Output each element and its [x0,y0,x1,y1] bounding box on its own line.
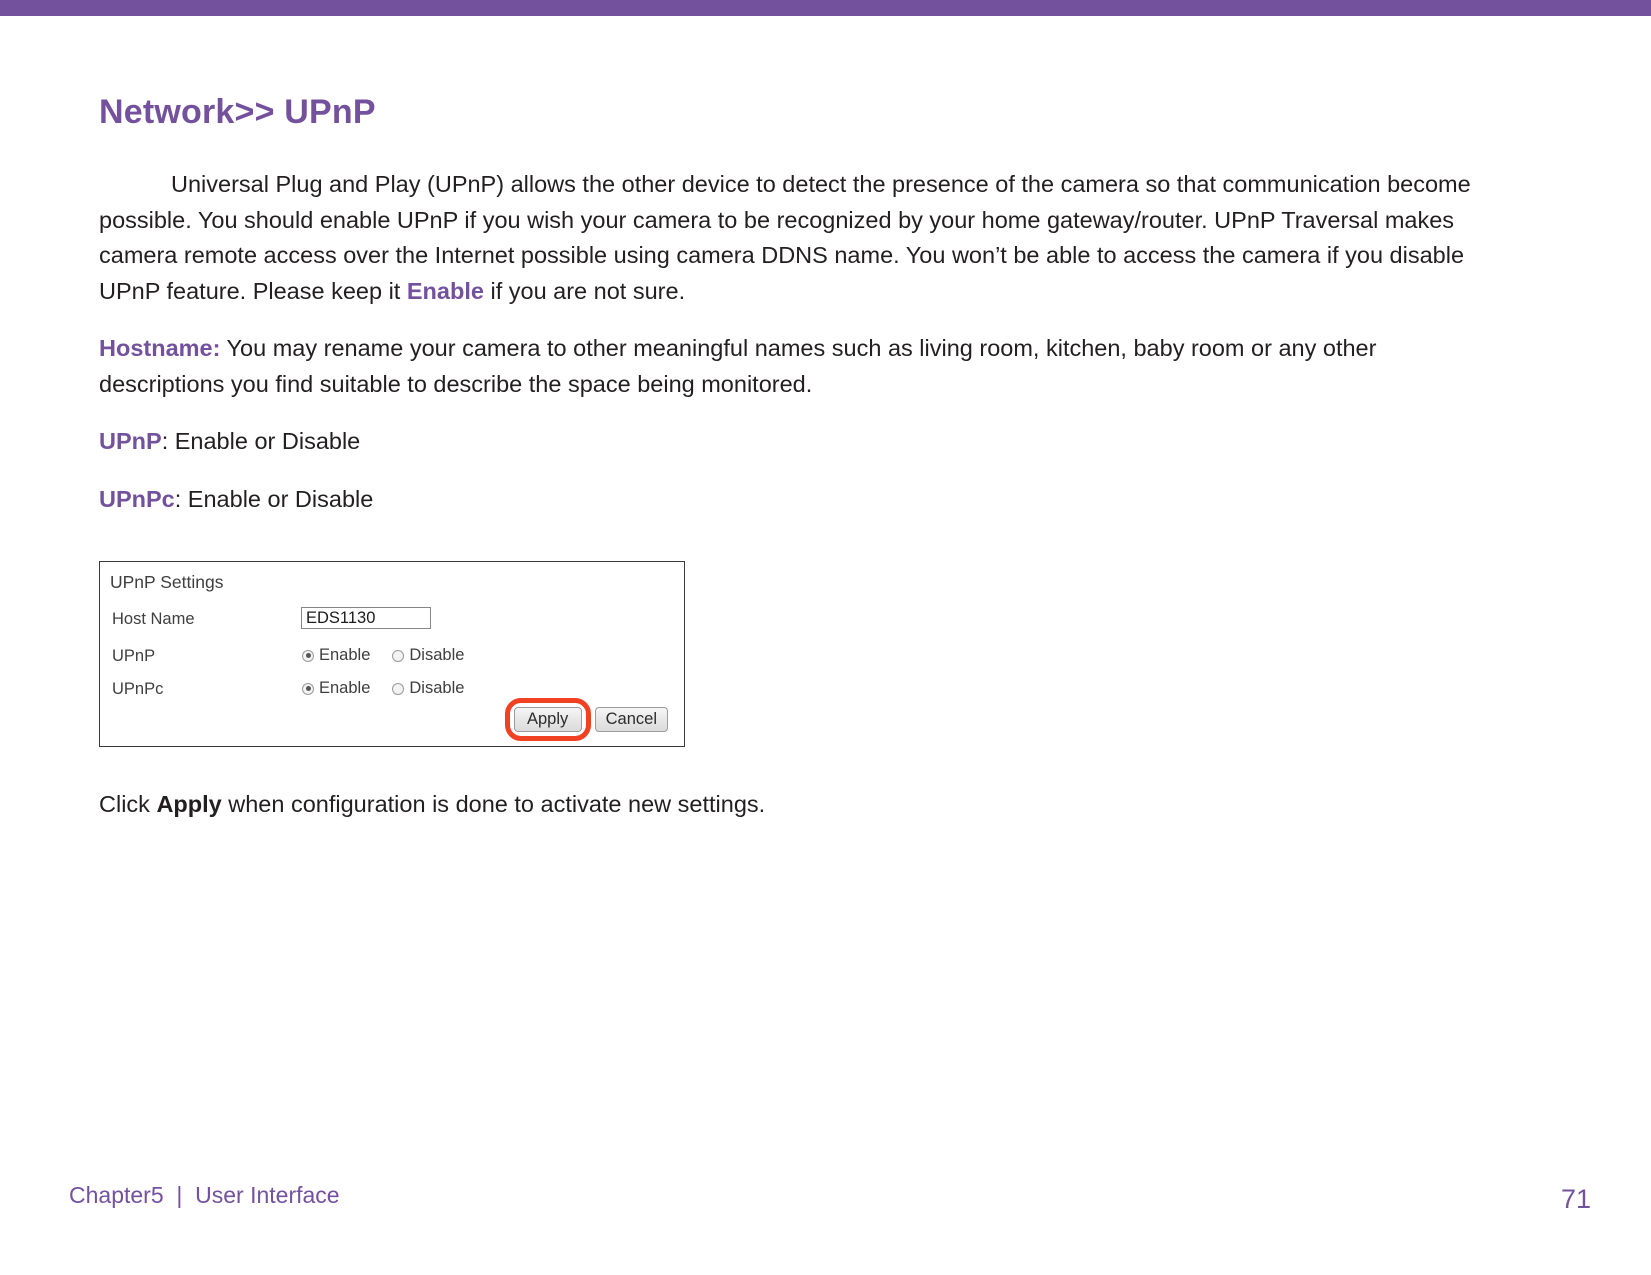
document-page: Network>> UPnP Universal Plug and Play (… [0,16,1651,1275]
upnpc-radio-enable-label: Enable [319,679,371,698]
upnp-row-label: UPnP [112,647,156,666]
host-name-row: Host Name [112,607,672,633]
upnpc-term-label: UPnPc [99,485,175,512]
upnpc-option-line: UPnPc: Enable or Disable [99,482,1499,518]
upnp-radio-disable[interactable]: Disable [392,646,464,665]
footer-page-number: 71 [1560,1184,1591,1214]
hostname-term-label: Hostname: [99,335,221,362]
page-title: Network>> UPnP [99,93,376,131]
apply-button[interactable]: Apply [513,707,582,733]
upnpc-option-values: : Enable or Disable [174,485,374,512]
intro-paragraph-tail: if you are not sure. [483,277,686,304]
hostname-description: You may rename your camera to other mean… [99,335,1377,397]
upnp-settings-panel: UPnP Settings Host Name UPnP Enable Disa… [99,561,685,748]
panel-button-row: Apply Cancel [504,698,668,742]
upnp-radio-enable-label: Enable [319,646,371,665]
host-name-label: Host Name [112,610,195,629]
intro-paragraph-lead: Universal Plug and Play (UPnP) allows th… [99,171,1471,304]
upnp-radio-disable-label: Disable [409,646,465,665]
upnpc-row: UPnPc Enable Disable [112,677,672,703]
intro-paragraph: Universal Plug and Play (UPnP) allows th… [99,167,1474,309]
upnpc-radio-group: Enable Disable [302,679,486,698]
closing-prefix: Click [99,791,157,818]
upnpc-radio-disable-label: Disable [409,679,465,698]
panel-title: UPnP Settings [110,572,224,593]
upnp-radio-enable[interactable]: Enable [302,646,370,665]
upnp-option-line: UPnP: Enable or Disable [99,424,1499,460]
upnpc-row-label: UPnPc [112,680,164,699]
radio-selected-icon [302,682,314,695]
closing-suffix: when configuration is done to activate n… [221,791,766,818]
radio-selected-icon [302,649,314,662]
upnp-radio-group: Enable Disable [302,646,486,665]
footer-chapter-label: Chapter5 | User Interface [69,1182,340,1208]
upnpc-radio-enable[interactable]: Enable [302,679,370,698]
page-footer: Chapter5 | User Interface 71 [0,1155,1651,1275]
host-name-input[interactable] [301,607,431,630]
closing-apply-emphasis: Apply [156,791,222,818]
page-content: Network>> UPnP Universal Plug and Play (… [99,93,1499,845]
upnp-row: UPnP Enable Disable [112,644,672,670]
upnp-option-values: : Enable or Disable [161,428,361,455]
radio-unselected-icon [392,649,405,662]
upnp-term-label: UPnP [99,428,162,455]
cancel-button[interactable]: Cancel [594,707,668,733]
upnpc-radio-disable[interactable]: Disable [392,679,464,698]
apply-button-wrapper: Apply [504,698,591,742]
radio-unselected-icon [392,682,405,695]
top-decorative-bar [0,0,1651,16]
closing-instruction: Click Apply when configuration is done t… [99,787,1499,821]
hostname-paragraph: Hostname: You may rename your camera to … [99,331,1484,402]
intro-enable-emphasis: Enable [406,277,484,304]
